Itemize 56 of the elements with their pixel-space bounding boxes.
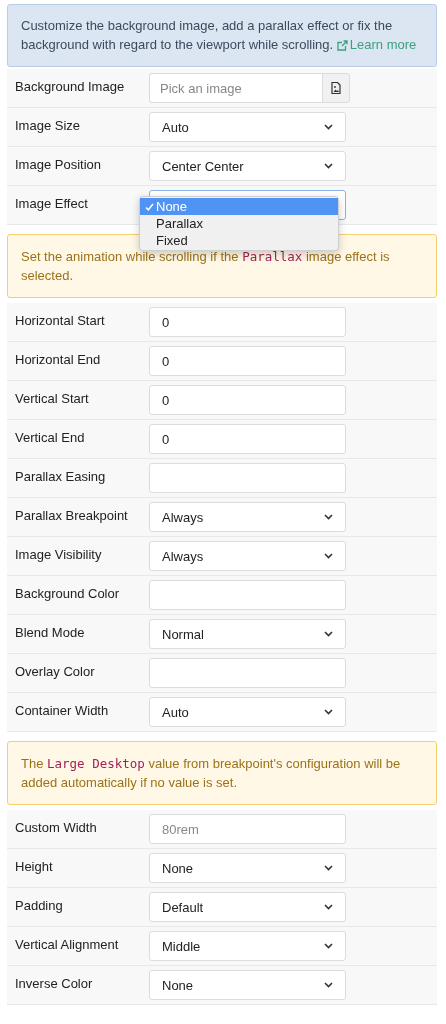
text-input-field[interactable] [149,658,346,688]
text-input-field[interactable] [149,463,346,493]
field-label: Parallax Breakpoint [15,507,129,523]
external-link-icon [336,40,348,51]
dropdown-select[interactable]: Always [149,502,346,532]
field-label: Image Position [15,156,102,172]
dropdown-option[interactable]: Fixed [140,232,338,249]
field-label: Image Size [15,117,82,133]
field-label: Blend Mode [15,624,86,640]
field-label: Padding [15,897,64,913]
checkmark-icon [144,202,154,211]
field-label: Horizontal Start [15,312,106,328]
text-input-field[interactable]: 0 [149,385,346,415]
dropdown-option[interactable]: Parallax [140,215,338,232]
chevron-down-icon [324,709,333,715]
chevron-down-icon [324,943,333,949]
warning-notice: The Large Desktop value from breakpoint's configuration will be added automatically if no value is set. [7,741,437,805]
browse-button[interactable] [322,73,350,103]
chevron-down-icon [324,514,333,520]
chevron-down-icon [324,982,333,988]
text-input-field[interactable]: 80rem [149,814,346,844]
field-label: Background Image [15,78,126,94]
field-label: Image Visibility [15,546,103,562]
field-label: Overlay Color [15,663,96,679]
chevron-down-icon [324,163,333,169]
dropdown-select[interactable]: Default [149,892,346,922]
field-label: Horizontal End [15,351,102,367]
text-input-field[interactable] [149,580,346,610]
chevron-down-icon [324,124,333,130]
field-label: Vertical Start [15,390,90,406]
info-notice: Customize the background image, add a parallax effect or fix the background with regard to the viewport while scrolling. Learn more [7,4,437,67]
field-label: Parallax Easing [15,468,107,484]
chevron-down-icon [324,904,333,910]
chevron-down-icon [324,553,333,559]
dropdown-select[interactable]: Auto [149,112,346,142]
field-label: Height [15,858,54,874]
dropdown-select[interactable]: Center Center [149,151,346,181]
field-label: Vertical End [15,429,86,445]
dropdown-select[interactable]: Always [149,541,346,571]
chevron-down-icon [324,631,333,637]
text-input-field[interactable]: 0 [149,424,346,454]
text-input-field[interactable]: 0 [149,307,346,337]
field-label: Vertical Alignment [15,936,120,952]
dropdown-select[interactable]: Normal [149,619,346,649]
dropdown-select[interactable]: None [149,970,346,1000]
dropdown-select[interactable]: Middle [149,931,346,961]
chevron-down-icon [324,865,333,871]
field-label: Background Color [15,585,121,601]
field-label: Image Effect [15,195,89,211]
field-label: Container Width [15,702,110,718]
field-label: Custom Width [15,819,98,835]
dropdown-select[interactable]: Auto [149,697,346,727]
field-label: Inverse Color [15,975,94,991]
dropdown-select[interactable]: None [149,853,346,883]
text-input-field[interactable]: 0 [149,346,346,376]
image-file-icon [331,82,341,94]
